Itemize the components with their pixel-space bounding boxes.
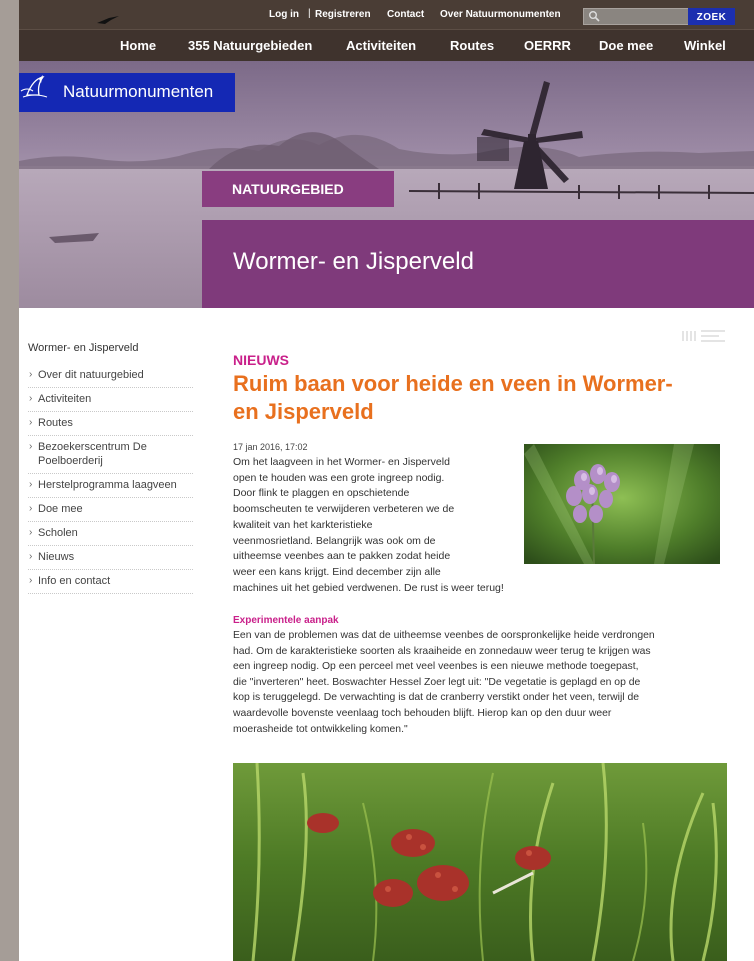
- search-icon: [589, 11, 600, 22]
- sidebar-item-label: Doe mee: [38, 503, 83, 515]
- bird-icon: [97, 16, 119, 24]
- body-line: moerasheide tot ontwikkeling komen.": [233, 723, 408, 735]
- category-badge: NATUURGEBIED: [202, 171, 394, 207]
- sidebar-item-label: Scholen: [38, 527, 78, 539]
- chevron-right-icon: ›: [29, 479, 33, 490]
- utility-bar: Log in | Registreren Contact Over Natuur…: [19, 0, 754, 29]
- main-nav: Home 355 Natuurgebieden Activiteiten Rou…: [19, 29, 754, 62]
- sidebar-item-nieuws[interactable]: › Nieuws: [28, 546, 193, 570]
- sidebar: Wormer- en Jisperveld › Over dit natuurge…: [28, 342, 193, 594]
- search-button[interactable]: ZOEK: [688, 8, 735, 25]
- sidebar-item-over[interactable]: › Over dit natuurgebied: [28, 364, 193, 388]
- sidebar-item-label: Activiteiten: [38, 393, 92, 405]
- sidebar-item-label: Routes: [38, 417, 73, 429]
- chevron-right-icon: ›: [29, 393, 33, 404]
- chevron-right-icon: ›: [29, 527, 33, 538]
- heather-photo: [524, 444, 720, 564]
- contact-link[interactable]: Contact: [387, 9, 424, 20]
- chevron-right-icon: ›: [29, 417, 33, 428]
- nav-activiteiten[interactable]: Activiteiten: [346, 38, 416, 53]
- nav-natuurgebieden[interactable]: 355 Natuurgebieden: [188, 38, 312, 53]
- article-date: 17 jan 2016, 17:02: [233, 442, 308, 452]
- sidebar-item-doe-mee[interactable]: › Doe mee: [28, 498, 193, 522]
- hero-title: Wormer- en Jisperveld: [233, 248, 474, 275]
- sidebar-item-activiteiten[interactable]: › Activiteiten: [28, 388, 193, 412]
- chevron-right-icon: ›: [29, 551, 33, 562]
- article-subheading: Experimentele aanpak: [233, 615, 339, 626]
- sidebar-item-label: Herstelprogramma laagveen: [38, 479, 177, 491]
- sidebar-item-label: Nieuws: [38, 551, 75, 563]
- sundew-photo: [233, 763, 727, 961]
- chevron-right-icon: ›: [29, 575, 33, 586]
- article-body: Een van de problemen was dat de uitheems…: [233, 628, 733, 737]
- lead-line: weer een kans krijgt. Eind december zijn…: [233, 565, 441, 578]
- sidebar-item-label: Info en contact: [38, 575, 111, 587]
- sidebar-item-info[interactable]: › Info en contact: [28, 570, 193, 594]
- natuurmonumenten-logo-icon: [20, 75, 48, 98]
- page: Log in | Registreren Contact Over Natuur…: [19, 0, 754, 961]
- sidebar-item-routes[interactable]: › Routes: [28, 412, 193, 436]
- separator: |: [308, 8, 311, 19]
- logo-text: Natuurmonumenten: [63, 82, 214, 101]
- logo[interactable]: Natuurmonumenten: [19, 73, 235, 112]
- lead-line: machines uit het gebied verdwenen. De ru…: [233, 581, 504, 594]
- view-toggle-icon[interactable]: [681, 330, 727, 342]
- body-line: kop is teruggelegd. De verwachting is da…: [233, 692, 640, 704]
- sidebar-item-bezoekerscentrum[interactable]: › Bezoekerscentrum De Poelboerderij: [28, 436, 193, 474]
- chevron-right-icon: ›: [29, 369, 33, 380]
- sidebar-item-label: Over dit natuurgebied: [38, 369, 144, 381]
- nav-winkel[interactable]: Winkel: [684, 38, 726, 53]
- register-link[interactable]: Registreren: [315, 9, 371, 20]
- body-line: Een van de problemen was dat de uitheems…: [233, 630, 655, 641]
- about-link[interactable]: Over Natuurmonumenten: [440, 9, 561, 20]
- search-input[interactable]: [583, 8, 689, 25]
- chevron-right-icon: ›: [29, 503, 33, 514]
- chevron-right-icon: ›: [29, 441, 33, 452]
- category-badge-label: NATUURGEBIED: [232, 181, 344, 197]
- sidebar-item-herstelprogramma[interactable]: › Herstelprogramma laagveen: [28, 474, 193, 498]
- article-title: Ruim baan voor heide en veen in Wormer- …: [233, 371, 673, 424]
- body-line: waardevolle bovenste veenlaag toch behou…: [233, 707, 612, 719]
- nav-home[interactable]: Home: [120, 38, 156, 53]
- sidebar-item-scholen[interactable]: › Scholen: [28, 522, 193, 546]
- sidebar-title[interactable]: Wormer- en Jisperveld: [28, 342, 193, 354]
- login-link[interactable]: Log in: [269, 9, 299, 20]
- article-kicker: NIEUWS: [233, 352, 289, 368]
- nav-oerrr[interactable]: OERRR: [524, 38, 571, 53]
- nav-doe-mee[interactable]: Doe mee: [599, 38, 653, 53]
- nav-routes[interactable]: Routes: [450, 38, 494, 53]
- sidebar-item-label: Bezoekerscentrum De Poelboerderij: [38, 441, 147, 467]
- hero-banner: Natuurmonumenten NATUURGEBIED Wormer- en…: [19, 61, 754, 308]
- body-line: die "inverteren" heet. Boswachter Hessel…: [233, 676, 641, 688]
- hero-title-panel: Wormer- en Jisperveld: [202, 220, 754, 308]
- body-line: een ingreep nodig. Op een perceel met ve…: [233, 661, 639, 673]
- body-line: had. Om de karakteristieke soorten als k…: [233, 645, 651, 657]
